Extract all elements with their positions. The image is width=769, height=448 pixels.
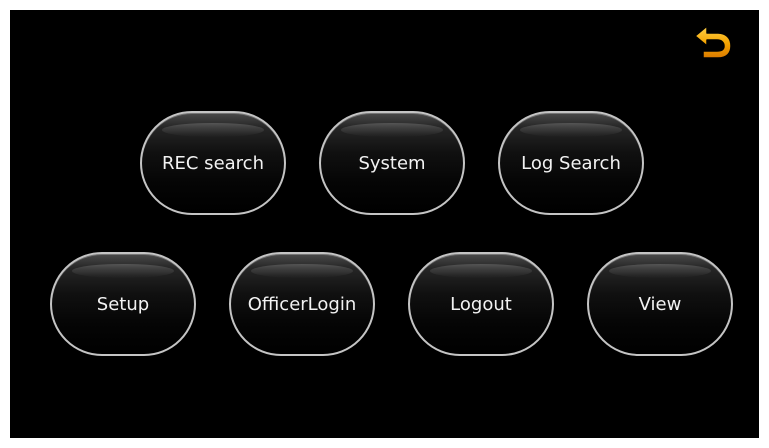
view-button[interactable]: View <box>587 252 733 356</box>
officer-login-button[interactable]: OfficerLogin <box>229 252 375 356</box>
system-button[interactable]: System <box>319 111 465 215</box>
system-label: System <box>358 152 426 174</box>
officer-login-label: OfficerLogin <box>247 293 357 315</box>
rec-search-label: REC search <box>162 152 264 174</box>
log-search-label: Log Search <box>521 152 621 174</box>
back-arrow-icon <box>694 25 732 59</box>
view-label: View <box>638 293 682 315</box>
logout-button[interactable]: Logout <box>408 252 554 356</box>
back-button[interactable] <box>693 24 733 60</box>
logout-label: Logout <box>450 293 512 315</box>
setup-button[interactable]: Setup <box>50 252 196 356</box>
log-search-button[interactable]: Log Search <box>498 111 644 215</box>
main-screen: REC search System Log Search Setup Offic… <box>10 10 759 438</box>
rec-search-button[interactable]: REC search <box>140 111 286 215</box>
setup-label: Setup <box>96 293 150 315</box>
